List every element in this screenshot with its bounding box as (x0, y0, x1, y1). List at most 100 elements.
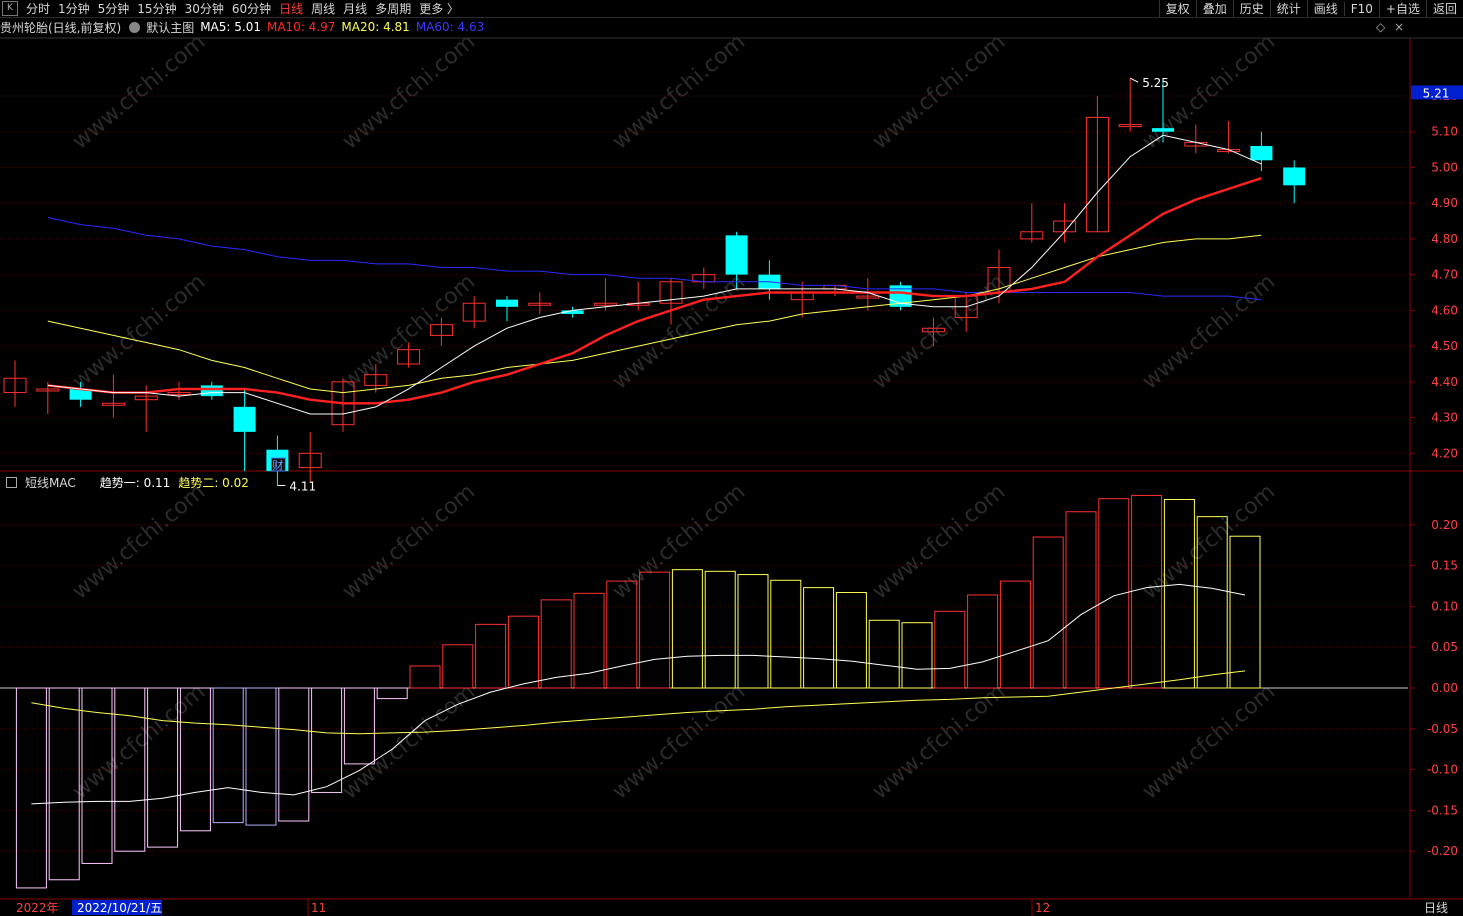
tool-button[interactable]: F10 (1343, 1, 1379, 16)
watermark-text: www.cfchi.com (338, 679, 480, 804)
price-tick-label: 4.40 (1431, 375, 1458, 389)
candle-body (1152, 128, 1174, 132)
watermark-text: www.cfchi.com (68, 479, 210, 604)
watermark-text: www.cfchi.com (608, 29, 750, 154)
mac-bar (1065, 511, 1097, 689)
period-tab[interactable]: 15分钟 (133, 0, 180, 17)
period-tabs: K 分时 1分钟 5分钟 15分钟 30分钟 60分钟 日线 周线 月线 多周期 更多 〉 (0, 0, 463, 17)
candle-body (1283, 167, 1306, 186)
mac-bar (671, 569, 703, 689)
indicator-toggle-icon[interactable] (6, 476, 17, 488)
watermark-text: www.cfchi.com (868, 479, 1010, 604)
high-label: 5.25 (1142, 76, 1169, 90)
watermark-text: www.cfchi.com (608, 679, 750, 804)
mac-tick-label: 0.20 (1431, 518, 1458, 532)
price-tick-label: 4.20 (1431, 446, 1458, 460)
diamond-icon[interactable]: ◇ (1376, 20, 1385, 34)
watermark-text: www.cfchi.com (1138, 679, 1280, 804)
mac-tick-label: 0.10 (1431, 599, 1458, 613)
candle-body (233, 406, 256, 432)
trend1-value: 趋势一: 0.11 (99, 475, 171, 490)
indicator-name[interactable]: 短线MAC (25, 474, 76, 491)
watermark-text: www.cfchi.com (1138, 479, 1280, 604)
period-tab[interactable]: 60分钟 (228, 0, 275, 17)
current-price-label: 5.21 (1423, 86, 1450, 100)
mac-bar (15, 687, 47, 889)
mac-bar (737, 574, 769, 689)
watermark-text: www.cfchi.com (1138, 29, 1280, 154)
mac-bar (803, 587, 835, 689)
candle-body (200, 385, 223, 397)
ma60-line (47, 217, 1262, 301)
mac-tick-label: -0.10 (1427, 763, 1458, 777)
date-cursor-label: 2022/10/21/五 (77, 901, 162, 915)
year-label: 2022年 (16, 901, 59, 915)
candle-body (725, 235, 748, 275)
watermark-text: www.cfchi.com (338, 479, 480, 604)
period-tab[interactable]: 30分钟 (181, 0, 228, 17)
ma5-value: MA5: 5.01 (200, 20, 261, 34)
tool-buttons: 复权 叠加 历史 统计 画线 F10 +自选 返回 (1158, 0, 1463, 17)
ma20-line (47, 234, 1262, 394)
tool-button[interactable]: +自选 (1378, 0, 1426, 17)
ma10-value: MA10: 4.97 (266, 20, 336, 34)
month-label: 12 (1035, 901, 1050, 915)
mac-bar (376, 687, 408, 700)
price-tick-label: 5.10 (1431, 125, 1458, 139)
watermark-text: www.cfchi.com (68, 29, 210, 154)
stock-title[interactable]: 贵州轮胎(日线,前复权) (0, 19, 121, 36)
tool-button[interactable]: 复权 (1158, 0, 1196, 17)
mac-bar (245, 687, 277, 826)
close-icon[interactable]: × (1394, 20, 1404, 34)
price-tick-label: 5.00 (1431, 160, 1458, 174)
template-label[interactable]: 默认主图 (146, 19, 194, 36)
chart-canvas[interactable]: www.cfchi.com www.cfchi.com www.cfchi.com w… (0, 0, 1463, 916)
watermark-text: www.cfchi.com (1138, 269, 1280, 394)
mac-tick-label: -0.15 (1427, 803, 1458, 817)
period-tab[interactable]: 多周期 (371, 0, 415, 17)
tool-button[interactable]: 画线 (1306, 0, 1344, 17)
mac-bar (212, 687, 244, 824)
period-tab[interactable]: 月线 (339, 0, 371, 17)
candle-body (496, 299, 518, 307)
mac-bar (442, 644, 474, 689)
period-tab[interactable]: 更多 〉 (415, 0, 463, 17)
mac-bar (868, 619, 900, 689)
high-arrow (1129, 77, 1139, 83)
watermark-text: www.cfchi.com (608, 269, 750, 394)
period-tab[interactable]: 分时 (22, 0, 54, 17)
ma10-line (47, 177, 1262, 405)
watermark-text: www.cfchi.com (338, 269, 480, 394)
tool-button[interactable]: 统计 (1269, 0, 1307, 17)
ma5-line (47, 134, 1262, 415)
mac-tick-label: -0.20 (1427, 844, 1458, 858)
mac-bar (540, 599, 572, 689)
mac-bar (475, 623, 507, 689)
period-tab[interactable]: 周线 (307, 0, 339, 17)
mac-bar (639, 571, 671, 689)
candle-body (1250, 146, 1273, 161)
period-tab[interactable]: 1分钟 (54, 0, 94, 17)
app-logo-icon[interactable]: K (2, 1, 18, 16)
main-chart-info: 贵州轮胎(日线,前复权) 默认主图 MA5: 5.01 MA10: 4.97 M… (0, 18, 490, 36)
mac-bar (770, 579, 802, 689)
price-tick-label: 4.70 (1431, 268, 1458, 282)
mac-bar (507, 615, 539, 689)
settings-gear-icon[interactable] (129, 21, 141, 33)
period-tab[interactable]: 5分钟 (94, 0, 134, 17)
tool-button[interactable]: 返回 (1425, 0, 1463, 17)
watermark-text: www.cfchi.com (868, 29, 1010, 154)
mac-bar (1032, 536, 1064, 689)
mac-tick-label: -0.05 (1427, 722, 1458, 736)
tool-button[interactable]: 历史 (1232, 0, 1270, 17)
mac-bar (704, 570, 736, 689)
low-label: 4.11 (289, 479, 316, 493)
month-label: 11 (311, 901, 326, 915)
mac-bar (343, 687, 375, 765)
ma20-value: MA20: 4.81 (341, 20, 410, 34)
period-tab[interactable]: 日线 (275, 0, 307, 17)
watermark-text: www.cfchi.com (68, 679, 210, 804)
sub-chart-info: 短线MAC 趋势一: 0.11 趋势二: 0.02 (0, 473, 257, 491)
mac-bar (999, 580, 1031, 689)
tool-button[interactable]: 叠加 (1195, 0, 1233, 17)
